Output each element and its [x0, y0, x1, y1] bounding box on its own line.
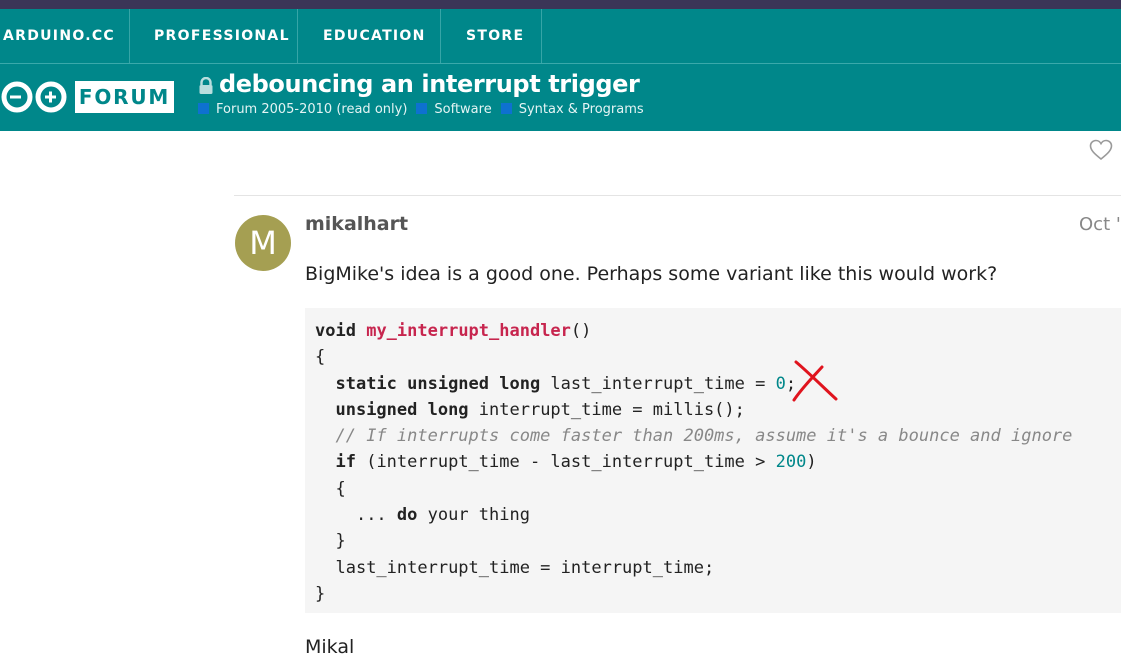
category-square-icon [416, 103, 428, 114]
nav-arduino-cc[interactable]: ARDUINO.CC [3, 9, 115, 63]
nav-separator [129, 9, 130, 63]
post-date[interactable]: Oct '0 [1079, 214, 1121, 235]
lock-icon [199, 77, 213, 94]
breadcrumb-syntax-programs[interactable]: Syntax & Programs [500, 102, 644, 117]
code-content: void my_interrupt_handler() { static uns… [315, 321, 1073, 604]
post-divider [234, 195, 1121, 196]
avatar[interactable]: M [235, 215, 291, 271]
heart-icon[interactable] [1089, 139, 1113, 161]
category-square-icon [500, 103, 512, 114]
topic-title[interactable]: debouncing an interrupt trigger [219, 70, 640, 98]
forum-badge[interactable]: FORUM [75, 81, 174, 113]
forum-header: FORUM debouncing an interrupt trigger Fo… [0, 64, 1121, 131]
post-signoff: Mikal [305, 636, 355, 658]
code-block: void my_interrupt_handler() { static uns… [305, 308, 1121, 613]
red-x-annotation [792, 360, 838, 402]
nav-separator [541, 9, 542, 63]
nav-separator [297, 9, 298, 63]
breadcrumb-forum-2005-2010[interactable]: Forum 2005-2010 (read only) [198, 102, 407, 117]
arduino-logo-icon[interactable] [0, 79, 68, 115]
nav-professional[interactable]: PROFESSIONAL [154, 9, 290, 63]
breadcrumb: Forum 2005-2010 (read only) Software Synta… [198, 102, 653, 118]
breadcrumb-software[interactable]: Software [416, 102, 492, 117]
browser-top-strip [0, 0, 1121, 9]
nav-store[interactable]: STORE [466, 9, 524, 63]
post-body-text: BigMike's idea is a good one. Perhaps so… [305, 263, 998, 285]
post-username[interactable]: mikalhart [305, 213, 408, 235]
nav-education[interactable]: EDUCATION [323, 9, 426, 63]
nav-separator [440, 9, 441, 63]
top-nav: ARDUINO.CC PROFESSIONAL EDUCATION STORE [0, 9, 1121, 63]
category-square-icon [198, 103, 209, 114]
